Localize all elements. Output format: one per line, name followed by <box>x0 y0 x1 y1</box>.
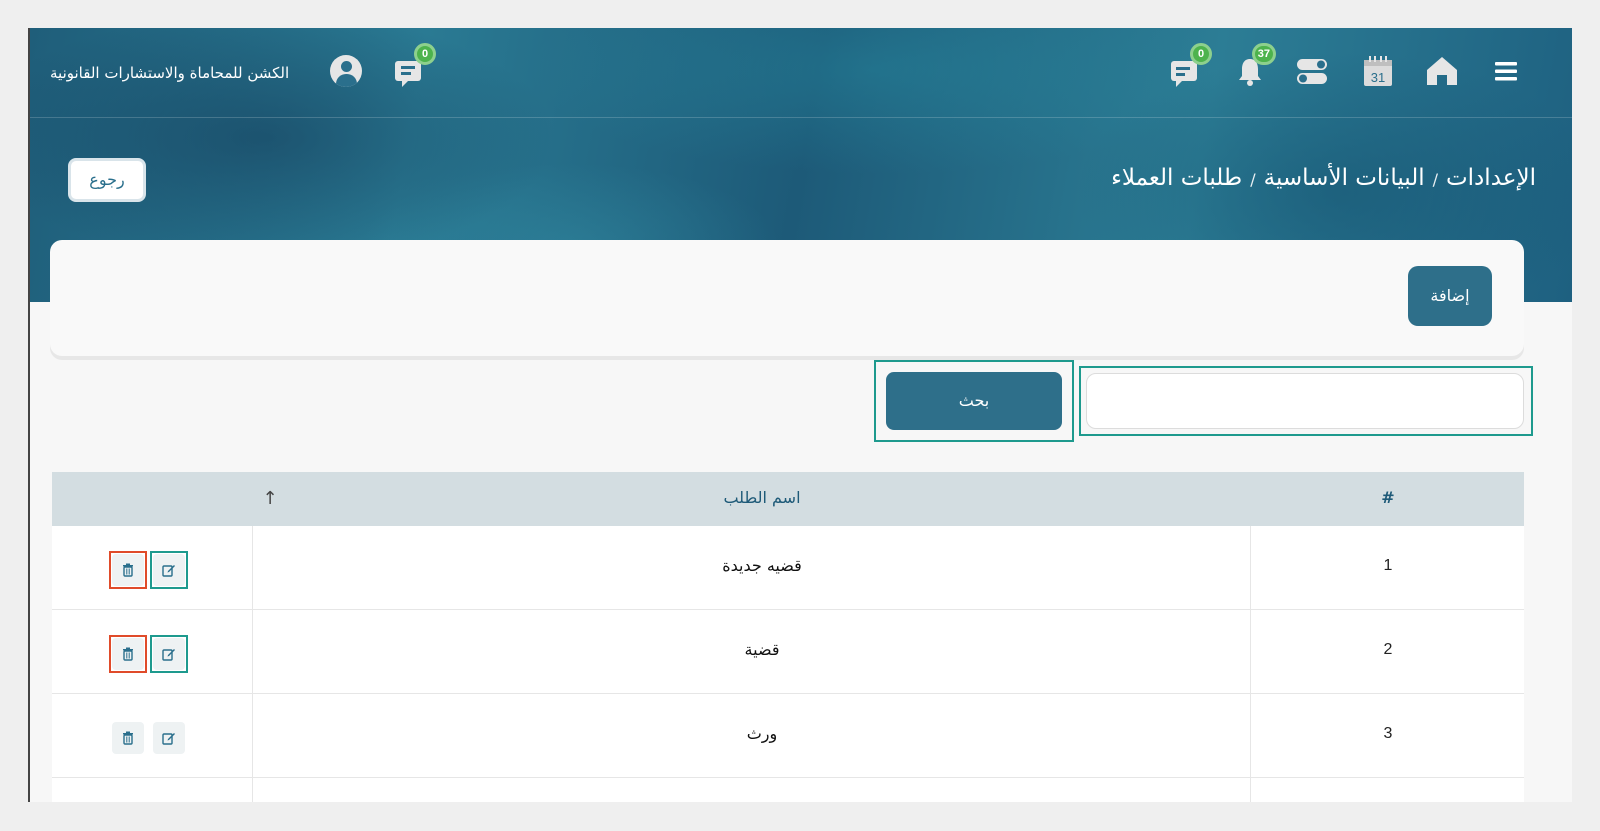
edit-icon <box>153 554 185 586</box>
edit-button[interactable] <box>150 719 188 757</box>
chat-icon[interactable]: 0 <box>1168 43 1212 89</box>
add-button[interactable]: إضافة <box>1408 266 1492 326</box>
column-header-name[interactable]: اسم الطلب <box>552 488 972 507</box>
column-header-index[interactable]: # <box>1356 488 1420 507</box>
delete-button[interactable] <box>109 719 147 757</box>
breadcrumb: الإعدادات / البيانات الأساسية / طلبات العملا… <box>1111 165 1536 191</box>
sort-up-icon[interactable]: ↑ <box>257 486 283 512</box>
row-name: قضيه جديدة <box>722 556 802 575</box>
actions-card: إضافة <box>50 240 1524 356</box>
search-input-frame <box>1079 366 1533 436</box>
edit-icon <box>153 638 185 670</box>
trash-icon <box>112 722 144 754</box>
table-row: 2 قضية <box>52 610 1524 694</box>
messages-badge: 0 <box>414 43 436 65</box>
edit-button[interactable] <box>150 635 188 673</box>
row-number: 3 <box>1383 725 1393 742</box>
search-button[interactable]: بحث <box>886 372 1062 430</box>
trash-icon <box>112 554 144 586</box>
delete-button[interactable] <box>109 551 147 589</box>
breadcrumb-item-customer-requests: طلبات العملاء <box>1111 165 1243 191</box>
menu-icon[interactable] <box>1488 53 1524 89</box>
trash-icon <box>112 638 144 670</box>
table-row: 1 قضيه جديدة <box>52 526 1524 610</box>
search-button-frame: بحث <box>874 360 1074 442</box>
breadcrumb-item-basic-data[interactable]: البيانات الأساسية <box>1264 165 1425 191</box>
breadcrumb-separator: / <box>1250 170 1256 189</box>
table-row <box>52 778 1524 802</box>
home-icon[interactable] <box>1424 53 1460 89</box>
table-header: # اسم الطلب ↑ <box>52 472 1524 526</box>
toggle-icon[interactable] <box>1294 53 1330 89</box>
row-name: قضية <box>744 640 780 659</box>
breadcrumb-separator: / <box>1432 170 1439 189</box>
bell-icon[interactable]: 37 <box>1232 43 1276 89</box>
edit-button[interactable] <box>150 551 188 589</box>
search-input[interactable] <box>1086 373 1524 429</box>
notifications-badge: 37 <box>1251 43 1276 65</box>
messages-icon[interactable]: 0 <box>392 43 436 89</box>
user-avatar-icon[interactable] <box>330 55 362 87</box>
breadcrumb-item-settings[interactable]: الإعدادات <box>1446 165 1536 191</box>
row-number: 2 <box>1383 641 1393 658</box>
app-window: الكشن للمحاماة والاستشارات القانونية 0 0 <box>28 28 1572 802</box>
delete-button[interactable] <box>109 635 147 673</box>
edit-icon <box>153 722 185 754</box>
back-button[interactable]: رجوع <box>68 158 146 202</box>
chat-badge: 0 <box>1190 43 1212 65</box>
brand-name: الكشن للمحاماة والاستشارات القانونية <box>50 64 290 82</box>
top-bar: الكشن للمحاماة والاستشارات القانونية 0 0 <box>30 28 1572 118</box>
calendar-day: 31 <box>1371 70 1385 85</box>
row-name: ورث <box>746 724 778 743</box>
requests-table: # اسم الطلب ↑ 1 قضيه جديدة 2 قضية 3 ورث <box>52 472 1524 802</box>
calendar-icon[interactable]: 31 <box>1360 53 1396 89</box>
table-row: 3 ورث <box>52 694 1524 778</box>
row-number: 1 <box>1383 557 1393 574</box>
